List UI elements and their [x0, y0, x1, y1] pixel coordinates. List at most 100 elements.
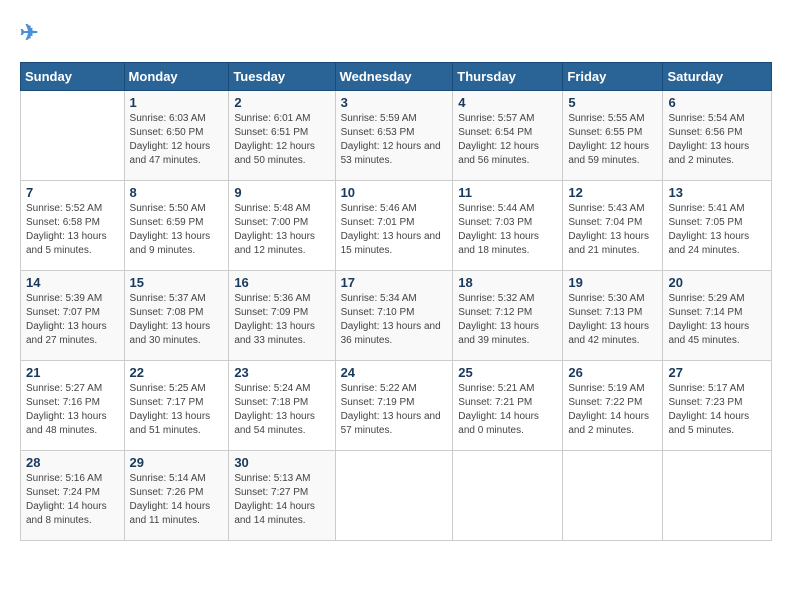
day-info: Sunrise: 5:46 AMSunset: 7:01 PMDaylight:…: [341, 202, 448, 258]
header-day-monday: Monday: [124, 63, 229, 91]
day-info: Sunrise: 6:03 AMSunset: 6:50 PMDaylight:…: [130, 112, 224, 168]
calendar-cell: 25 Sunrise: 5:21 AMSunset: 7:21 PMDayligh…: [453, 361, 563, 451]
calendar-cell: 29 Sunrise: 5:14 AMSunset: 7:26 PMDayligh…: [124, 451, 229, 541]
calendar-cell: 19 Sunrise: 5:30 AMSunset: 7:13 PMDayligh…: [563, 271, 663, 361]
day-number: 18: [458, 275, 557, 290]
calendar-cell: 12Sunrise: 5:43 AMSunset: 7:04 PMDayligh…: [563, 181, 663, 271]
day-number: 20: [668, 275, 766, 290]
day-info: Sunrise: 5:43 AMSunset: 7:04 PMDaylight:…: [568, 202, 657, 258]
day-number: 23: [234, 365, 329, 380]
day-number: 17: [341, 275, 448, 290]
week-row-5: 28 Sunrise: 5:16 AMSunset: 7:24 PMDayligh…: [21, 451, 772, 541]
day-info: Sunrise: 5:52 AMSunset: 6:58 PMDaylight:…: [26, 202, 119, 258]
day-info: Sunrise: 5:48 AMSunset: 7:00 PMDaylight:…: [234, 202, 329, 258]
header-day-saturday: Saturday: [663, 63, 772, 91]
day-info: Sunrise: 5:22 AMSunset: 7:19 PMDaylight:…: [341, 382, 448, 438]
calendar-cell: 27 Sunrise: 5:17 AMSunset: 7:23 PMDayligh…: [663, 361, 772, 451]
calendar-cell: 14 Sunrise: 5:39 AMSunset: 7:07 PMDayligh…: [21, 271, 125, 361]
calendar-cell: [563, 451, 663, 541]
day-info: Sunrise: 5:32 AMSunset: 7:12 PMDaylight:…: [458, 292, 557, 348]
day-number: 14: [26, 275, 119, 290]
day-info: Sunrise: 5:55 AMSunset: 6:55 PMDaylight:…: [568, 112, 657, 168]
day-info: Sunrise: 5:34 AMSunset: 7:10 PMDaylight:…: [341, 292, 448, 348]
logo-bird-icon: ✈: [20, 20, 38, 45]
day-number: 2: [234, 95, 329, 110]
day-number: 8: [130, 185, 224, 200]
day-number: 7: [26, 185, 119, 200]
calendar-cell: 6Sunrise: 5:54 AMSunset: 6:56 PMDaylight…: [663, 91, 772, 181]
calendar-cell: 30 Sunrise: 5:13 AMSunset: 7:27 PMDayligh…: [229, 451, 335, 541]
header-day-thursday: Thursday: [453, 63, 563, 91]
day-info: Sunrise: 5:39 AMSunset: 7:07 PMDaylight:…: [26, 292, 119, 348]
day-number: 5: [568, 95, 657, 110]
calendar-cell: 21Sunrise: 5:27 AMSunset: 7:16 PMDayligh…: [21, 361, 125, 451]
page-header: ✈: [20, 20, 772, 46]
calendar-cell: 16 Sunrise: 5:36 AMSunset: 7:09 PMDayligh…: [229, 271, 335, 361]
day-info: Sunrise: 5:16 AMSunset: 7:24 PMDaylight:…: [26, 472, 119, 528]
calendar-body: 1 Sunrise: 6:03 AMSunset: 6:50 PMDaylight…: [21, 91, 772, 541]
day-info: Sunrise: 5:57 AMSunset: 6:54 PMDaylight:…: [458, 112, 557, 168]
calendar-cell: 1 Sunrise: 6:03 AMSunset: 6:50 PMDaylight…: [124, 91, 229, 181]
day-number: 21: [26, 365, 119, 380]
day-number: 6: [668, 95, 766, 110]
calendar-cell: 11Sunrise: 5:44 AMSunset: 7:03 PMDayligh…: [453, 181, 563, 271]
calendar-cell: [453, 451, 563, 541]
week-row-4: 21Sunrise: 5:27 AMSunset: 7:16 PMDayligh…: [21, 361, 772, 451]
calendar-cell: 4 Sunrise: 5:57 AMSunset: 6:54 PMDaylight…: [453, 91, 563, 181]
calendar-cell: 13Sunrise: 5:41 AMSunset: 7:05 PMDayligh…: [663, 181, 772, 271]
calendar-cell: 2 Sunrise: 6:01 AMSunset: 6:51 PMDaylight…: [229, 91, 335, 181]
calendar-cell: 10 Sunrise: 5:46 AMSunset: 7:01 PMDayligh…: [335, 181, 453, 271]
day-info: Sunrise: 5:17 AMSunset: 7:23 PMDaylight:…: [668, 382, 766, 438]
day-number: 15: [130, 275, 224, 290]
day-info: Sunrise: 5:25 AMSunset: 7:17 PMDaylight:…: [130, 382, 224, 438]
calendar-cell: [663, 451, 772, 541]
day-info: Sunrise: 5:30 AMSunset: 7:13 PMDaylight:…: [568, 292, 657, 348]
week-row-3: 14 Sunrise: 5:39 AMSunset: 7:07 PMDayligh…: [21, 271, 772, 361]
day-number: 28: [26, 455, 119, 470]
calendar-cell: 18 Sunrise: 5:32 AMSunset: 7:12 PMDayligh…: [453, 271, 563, 361]
day-number: 9: [234, 185, 329, 200]
day-number: 26: [568, 365, 657, 380]
day-number: 1: [130, 95, 224, 110]
week-row-1: 1 Sunrise: 6:03 AMSunset: 6:50 PMDaylight…: [21, 91, 772, 181]
day-number: 10: [341, 185, 448, 200]
day-info: Sunrise: 5:50 AMSunset: 6:59 PMDaylight:…: [130, 202, 224, 258]
day-number: 25: [458, 365, 557, 380]
week-row-2: 7 Sunrise: 5:52 AMSunset: 6:58 PMDaylight…: [21, 181, 772, 271]
day-number: 11: [458, 185, 557, 200]
day-number: 19: [568, 275, 657, 290]
day-info: Sunrise: 5:13 AMSunset: 7:27 PMDaylight:…: [234, 472, 329, 528]
calendar-cell: 7 Sunrise: 5:52 AMSunset: 6:58 PMDaylight…: [21, 181, 125, 271]
day-number: 4: [458, 95, 557, 110]
calendar-cell: 22 Sunrise: 5:25 AMSunset: 7:17 PMDayligh…: [124, 361, 229, 451]
header-day-wednesday: Wednesday: [335, 63, 453, 91]
day-info: Sunrise: 5:14 AMSunset: 7:26 PMDaylight:…: [130, 472, 224, 528]
calendar-cell: 26Sunrise: 5:19 AMSunset: 7:22 PMDayligh…: [563, 361, 663, 451]
day-number: 16: [234, 275, 329, 290]
day-info: Sunrise: 5:29 AMSunset: 7:14 PMDaylight:…: [668, 292, 766, 348]
calendar-table: SundayMondayTuesdayWednesdayThursdayFrid…: [20, 62, 772, 541]
day-number: 30: [234, 455, 329, 470]
logo: ✈: [20, 20, 38, 46]
day-info: Sunrise: 6:01 AMSunset: 6:51 PMDaylight:…: [234, 112, 329, 168]
calendar-cell: 15 Sunrise: 5:37 AMSunset: 7:08 PMDayligh…: [124, 271, 229, 361]
day-number: 27: [668, 365, 766, 380]
day-number: 3: [341, 95, 448, 110]
day-info: Sunrise: 5:36 AMSunset: 7:09 PMDaylight:…: [234, 292, 329, 348]
calendar-cell: [335, 451, 453, 541]
calendar-cell: 28 Sunrise: 5:16 AMSunset: 7:24 PMDayligh…: [21, 451, 125, 541]
calendar-cell: 23Sunrise: 5:24 AMSunset: 7:18 PMDayligh…: [229, 361, 335, 451]
day-info: Sunrise: 5:21 AMSunset: 7:21 PMDaylight:…: [458, 382, 557, 438]
calendar-cell: 5 Sunrise: 5:55 AMSunset: 6:55 PMDaylight…: [563, 91, 663, 181]
day-info: Sunrise: 5:37 AMSunset: 7:08 PMDaylight:…: [130, 292, 224, 348]
header-day-tuesday: Tuesday: [229, 63, 335, 91]
day-info: Sunrise: 5:59 AMSunset: 6:53 PMDaylight:…: [341, 112, 448, 168]
day-number: 24: [341, 365, 448, 380]
day-number: 22: [130, 365, 224, 380]
day-number: 29: [130, 455, 224, 470]
calendar-cell: 20 Sunrise: 5:29 AMSunset: 7:14 PMDayligh…: [663, 271, 772, 361]
calendar-cell: 8 Sunrise: 5:50 AMSunset: 6:59 PMDaylight…: [124, 181, 229, 271]
calendar-cell: [21, 91, 125, 181]
header-day-friday: Friday: [563, 63, 663, 91]
calendar-cell: 17 Sunrise: 5:34 AMSunset: 7:10 PMDayligh…: [335, 271, 453, 361]
